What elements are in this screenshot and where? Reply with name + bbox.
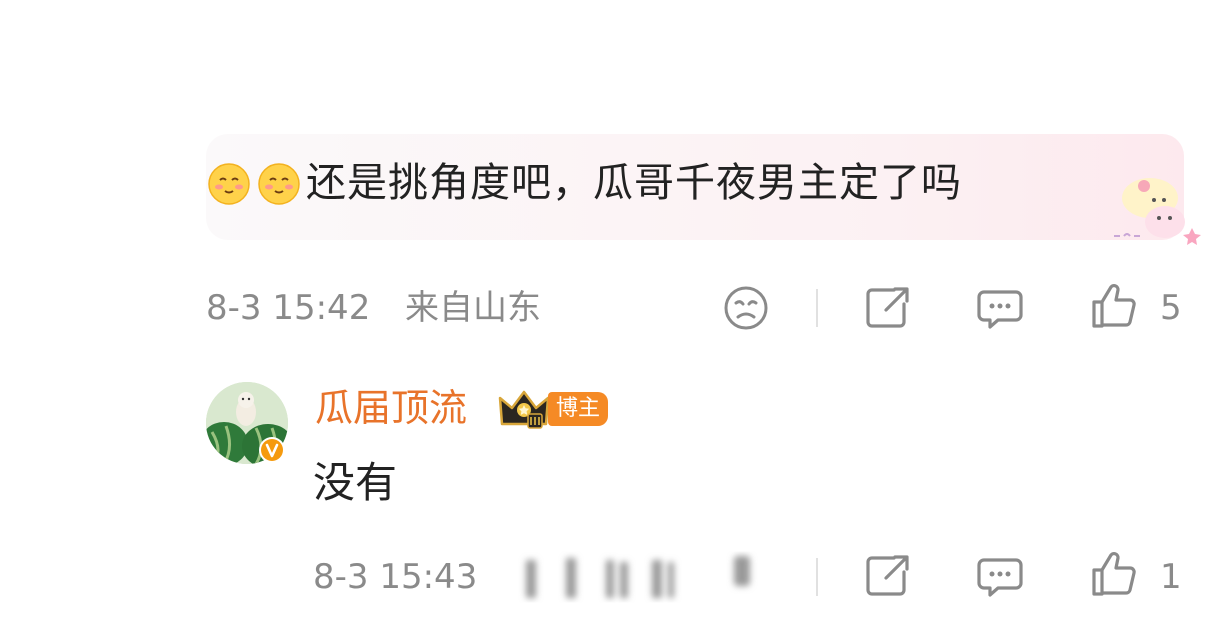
- reply-author-name[interactable]: 瓜届顶流: [315, 384, 467, 432]
- host-badge: 博主: [548, 392, 609, 426]
- dislike-face-icon[interactable]: [722, 284, 770, 332]
- reply-time: 8-3 15:43: [313, 557, 478, 597]
- comment-icon[interactable]: [976, 284, 1024, 332]
- crown-level-icon: [498, 390, 550, 429]
- smiling-face-emoji: [208, 163, 250, 205]
- comment-time: 8-3 15:42: [206, 288, 371, 328]
- share-icon[interactable]: [864, 284, 912, 332]
- action-divider: [816, 558, 818, 596]
- like-icon[interactable]: [1090, 550, 1138, 598]
- verified-v-badge-icon: [259, 437, 285, 463]
- like-icon[interactable]: [1090, 282, 1138, 330]
- share-icon[interactable]: [864, 552, 912, 600]
- comment-icon[interactable]: [976, 552, 1024, 600]
- comment-text: 还是挑角度吧，瓜哥千夜男主定了吗: [306, 160, 962, 206]
- like-count: 1: [1160, 557, 1182, 597]
- action-divider: [816, 289, 818, 327]
- reply-text: 没有: [313, 458, 398, 507]
- smiling-face-emoji: [258, 163, 300, 205]
- like-count: 5: [1160, 288, 1182, 328]
- comment-location: 来自山东: [405, 288, 541, 328]
- blurred-location-text: [526, 556, 750, 598]
- cartoon-sticker: [1114, 178, 1201, 245]
